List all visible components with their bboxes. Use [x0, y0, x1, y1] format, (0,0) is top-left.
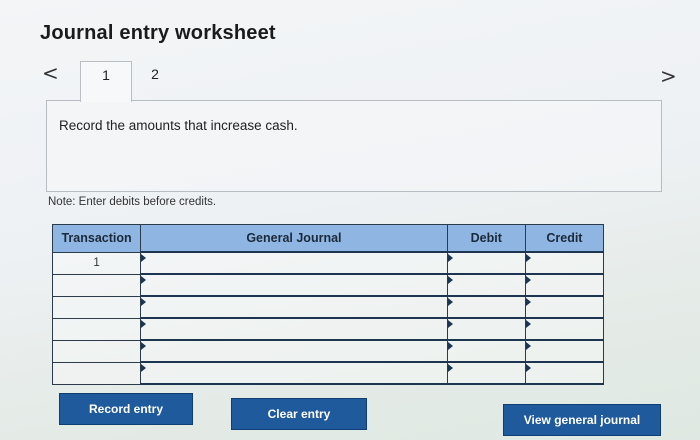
table-row	[51, 339, 605, 363]
account-dropdown[interactable]	[140, 339, 448, 363]
table-row	[51, 273, 605, 297]
note-text: Note: Enter debits before credits.	[48, 196, 217, 208]
instruction-panel: Record the amounts that increase cash.	[46, 100, 662, 192]
account-dropdown[interactable]	[140, 295, 448, 319]
credit-input[interactable]	[524, 273, 605, 297]
table-row	[51, 317, 605, 341]
transaction-cell	[51, 339, 142, 363]
account-dropdown[interactable]	[140, 361, 448, 385]
page-title: Journal entry worksheet	[40, 22, 276, 44]
transaction-cell	[51, 317, 142, 341]
tab-2[interactable]: 2	[140, 61, 170, 87]
table-row: 1	[51, 251, 605, 275]
debit-input[interactable]	[446, 273, 526, 297]
tab-1[interactable]: 1	[80, 61, 132, 102]
table-header-row: Transaction General Journal Debit Credit	[51, 224, 605, 253]
chevron-left-icon[interactable]: <	[42, 63, 59, 83]
clear-entry-button[interactable]: Clear entry	[231, 398, 367, 430]
debit-input[interactable]	[446, 251, 526, 275]
header-transaction: Transaction	[51, 224, 142, 253]
journal-table: Transaction General Journal Debit Credit…	[51, 224, 605, 385]
transaction-cell	[51, 273, 142, 297]
credit-input[interactable]	[524, 361, 605, 385]
transaction-cell	[51, 295, 142, 319]
chevron-right-icon[interactable]: >	[660, 66, 677, 86]
transaction-cell	[51, 361, 142, 385]
table-row	[51, 295, 605, 319]
header-debit: Debit	[446, 224, 526, 253]
table-row	[51, 361, 605, 385]
debit-input[interactable]	[446, 339, 526, 363]
instruction-text: Record the amounts that increase cash.	[59, 118, 298, 133]
account-dropdown[interactable]	[140, 317, 448, 341]
journal-entry-worksheet: Journal entry worksheet < > 1 2 Record t…	[0, 0, 700, 440]
credit-input[interactable]	[524, 295, 605, 319]
record-entry-button[interactable]: Record entry	[59, 393, 193, 425]
debit-input[interactable]	[446, 361, 526, 385]
debit-input[interactable]	[446, 295, 526, 319]
account-dropdown[interactable]	[140, 273, 448, 297]
header-general-journal: General Journal	[140, 224, 448, 253]
debit-input[interactable]	[446, 317, 526, 341]
transaction-cell: 1	[51, 251, 142, 275]
credit-input[interactable]	[524, 251, 605, 275]
header-credit: Credit	[524, 224, 605, 253]
account-dropdown[interactable]	[140, 251, 448, 275]
credit-input[interactable]	[524, 339, 605, 363]
view-general-journal-button[interactable]: View general journal	[503, 404, 661, 436]
credit-input[interactable]	[524, 317, 605, 341]
